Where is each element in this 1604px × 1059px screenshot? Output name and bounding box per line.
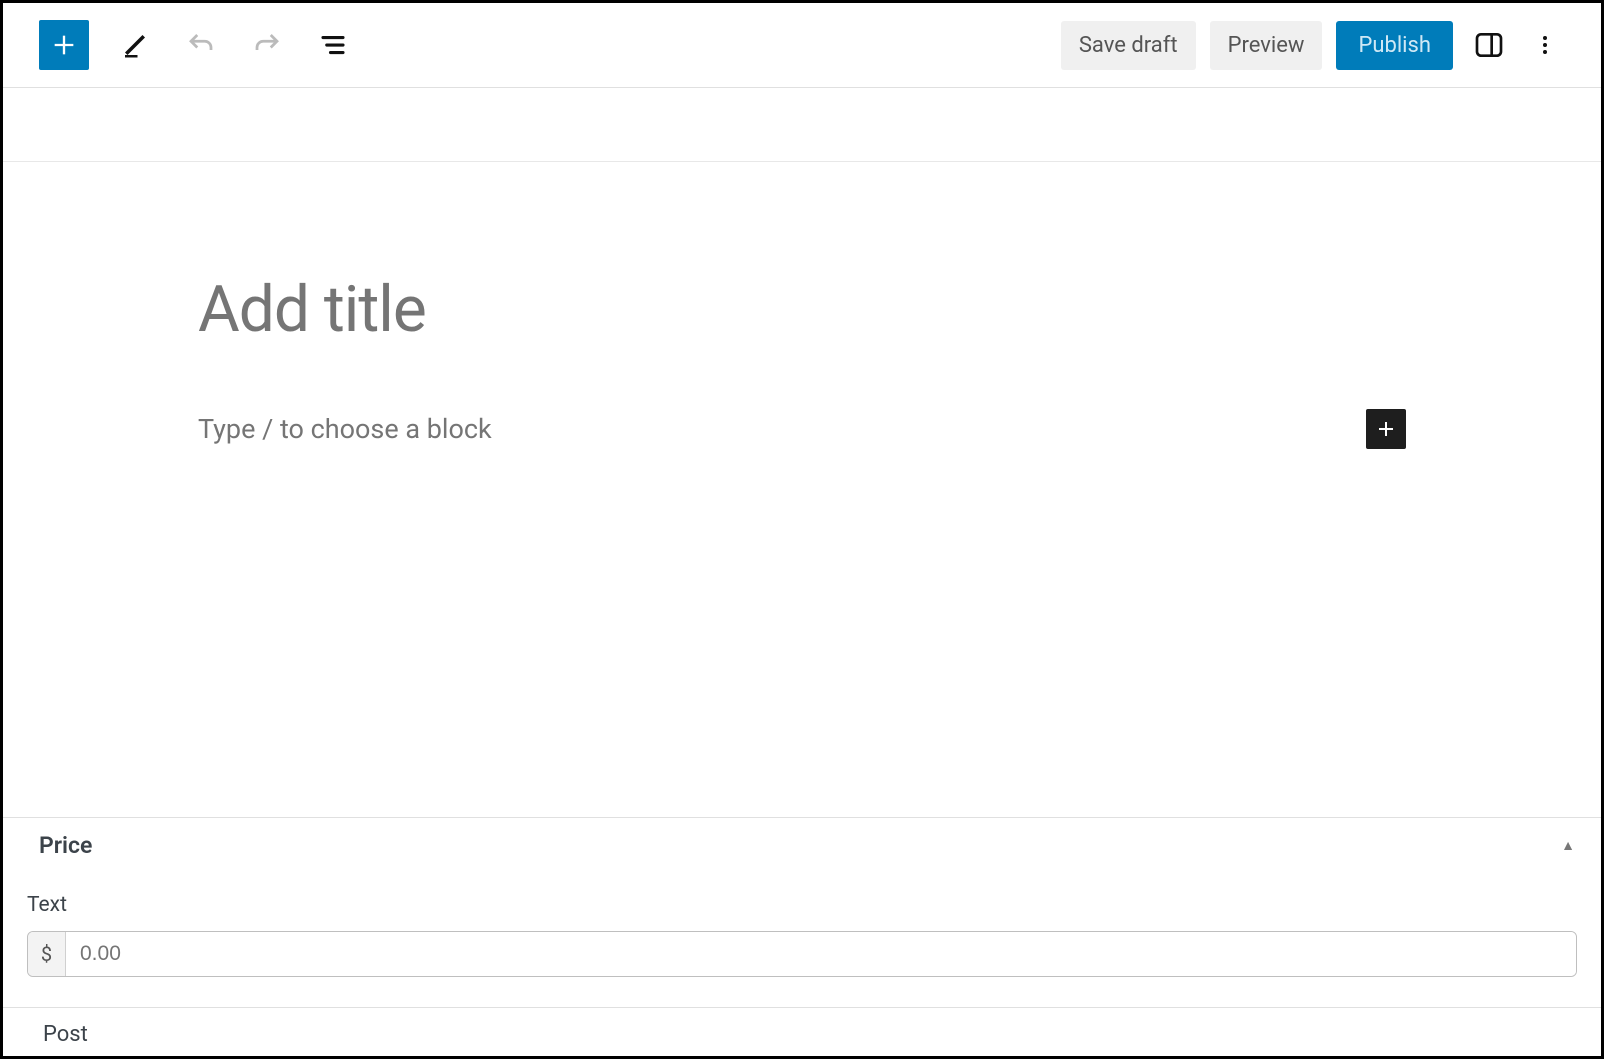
more-vertical-icon: [1533, 33, 1557, 57]
document-overview-button[interactable]: [313, 25, 353, 65]
block-placeholder-text[interactable]: Type / to choose a block: [198, 413, 492, 445]
editor-toolbar: Save draft Preview Publish: [3, 3, 1601, 88]
post-tab[interactable]: Post: [3, 1007, 1601, 1059]
price-input-group: $: [27, 931, 1577, 977]
publish-button[interactable]: Publish: [1336, 21, 1453, 70]
editor-content: Add title Type / to choose a block: [3, 272, 1601, 449]
editor-canvas: Add title Type / to choose a block: [3, 162, 1601, 449]
sidebar-icon: [1473, 29, 1505, 61]
price-field-label: Text: [27, 893, 1577, 917]
currency-prefix: $: [28, 932, 66, 976]
redo-button[interactable]: [247, 25, 287, 65]
tools-button[interactable]: [115, 25, 155, 65]
save-draft-button[interactable]: Save draft: [1061, 21, 1196, 70]
settings-sidebar-button[interactable]: [1467, 23, 1511, 67]
metabox-panel: Price ▲ Text $ Post: [3, 817, 1601, 1059]
plus-icon: [50, 31, 78, 59]
add-block-button[interactable]: [1366, 409, 1406, 449]
undo-icon: [186, 30, 216, 60]
redo-icon: [252, 30, 282, 60]
metabox-body: Text $: [3, 879, 1601, 995]
toolbar-right-group: Save draft Preview Publish: [1061, 21, 1565, 70]
plus-icon: [1374, 417, 1398, 441]
caret-up-icon: ▲: [1561, 837, 1575, 854]
options-button[interactable]: [1525, 25, 1565, 65]
default-block-appender: Type / to choose a block: [198, 409, 1406, 449]
toolbar-left-group: [39, 20, 353, 70]
top-spacer: [3, 88, 1601, 162]
undo-button[interactable]: [181, 25, 221, 65]
metabox-toggle[interactable]: Price ▲: [3, 818, 1601, 879]
edit-icon: [120, 30, 150, 60]
post-title-input[interactable]: Add title: [198, 272, 1406, 347]
preview-button[interactable]: Preview: [1210, 21, 1323, 70]
list-view-icon: [318, 30, 348, 60]
toggle-block-inserter-button[interactable]: [39, 20, 89, 70]
metabox-title: Price: [39, 832, 92, 859]
price-input[interactable]: [66, 932, 1576, 976]
